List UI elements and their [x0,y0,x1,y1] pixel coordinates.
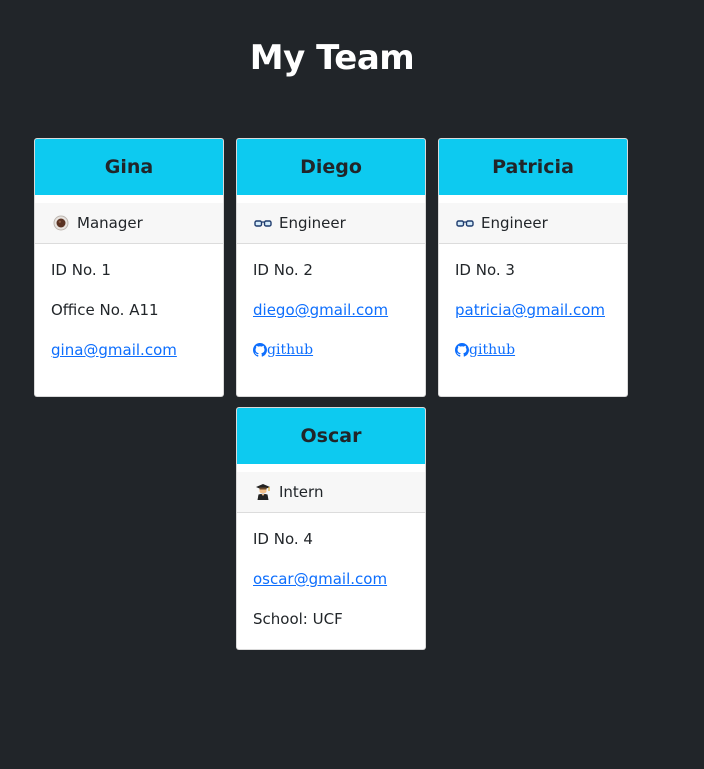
employee-name: Patricia [492,156,574,178]
card-body: ID No. 1 Office No. A11 gina@gmail.com [35,244,223,374]
employee-role: Engineer [237,203,425,244]
email-line: diego@gmail.com [253,300,409,320]
github-label: github [267,342,314,358]
employee-name: Gina [104,156,154,178]
github-line: github [455,340,611,362]
github-link[interactable]: github [455,340,515,360]
email-link[interactable]: patricia@gmail.com [455,301,605,319]
employee-card-patricia: Patricia Engineer ID No. 3 patricia@gmai… [438,138,628,397]
email-link[interactable]: oscar@gmail.com [253,570,387,588]
github-icon [253,343,267,357]
github-link[interactable]: github [253,340,313,360]
card-body: ID No. 3 patricia@gmail.com github [439,244,627,376]
employee-id: ID No. 1 [51,261,111,279]
employee-role: Manager [35,203,223,244]
email-line: gina@gmail.com [51,340,207,360]
github-icon [455,343,469,357]
employee-role: Intern [237,472,425,513]
employee-card-diego: Diego Engineer ID No. 2 diego@gmail.com … [236,138,426,397]
role-label: Engineer [481,214,548,232]
page-title: My Team [249,38,415,78]
email-link[interactable]: diego@gmail.com [253,301,388,319]
employee-id: ID No. 4 [253,530,313,548]
school-line: School: UCF [253,610,343,628]
github-label: github [469,342,516,358]
card-body: ID No. 4 oscar@gmail.com School: UCF [237,513,425,643]
glasses-icon [455,214,475,232]
employee-card-oscar: Oscar Intern ID No. 4 oscar@gmail.com Sc… [236,407,426,650]
employee-name: Diego [300,156,362,178]
graduate-icon [253,483,273,501]
card-body: ID No. 2 diego@gmail.com github [237,244,425,376]
role-label: Intern [279,483,324,501]
card-header: Diego [237,139,425,195]
email-line: oscar@gmail.com [253,569,409,589]
card-header: Gina [35,139,223,195]
coffee-icon [51,214,71,232]
role-label: Manager [77,214,143,232]
github-line: github [253,340,409,362]
team-page: My Team Gina Manager ID No. 1 Office No.… [0,0,704,769]
card-header: Oscar [237,408,425,464]
glasses-icon [253,214,273,232]
employee-role: Engineer [439,203,627,244]
employee-id: ID No. 2 [253,261,313,279]
card-header: Patricia [439,139,627,195]
role-label: Engineer [279,214,346,232]
email-line: patricia@gmail.com [455,300,611,320]
office-number: Office No. A11 [51,301,159,319]
employee-name: Oscar [300,425,362,447]
employee-card-gina: Gina Manager ID No. 1 Office No. A11 gin… [34,138,224,397]
employee-id: ID No. 3 [455,261,515,279]
email-link[interactable]: gina@gmail.com [51,341,177,359]
